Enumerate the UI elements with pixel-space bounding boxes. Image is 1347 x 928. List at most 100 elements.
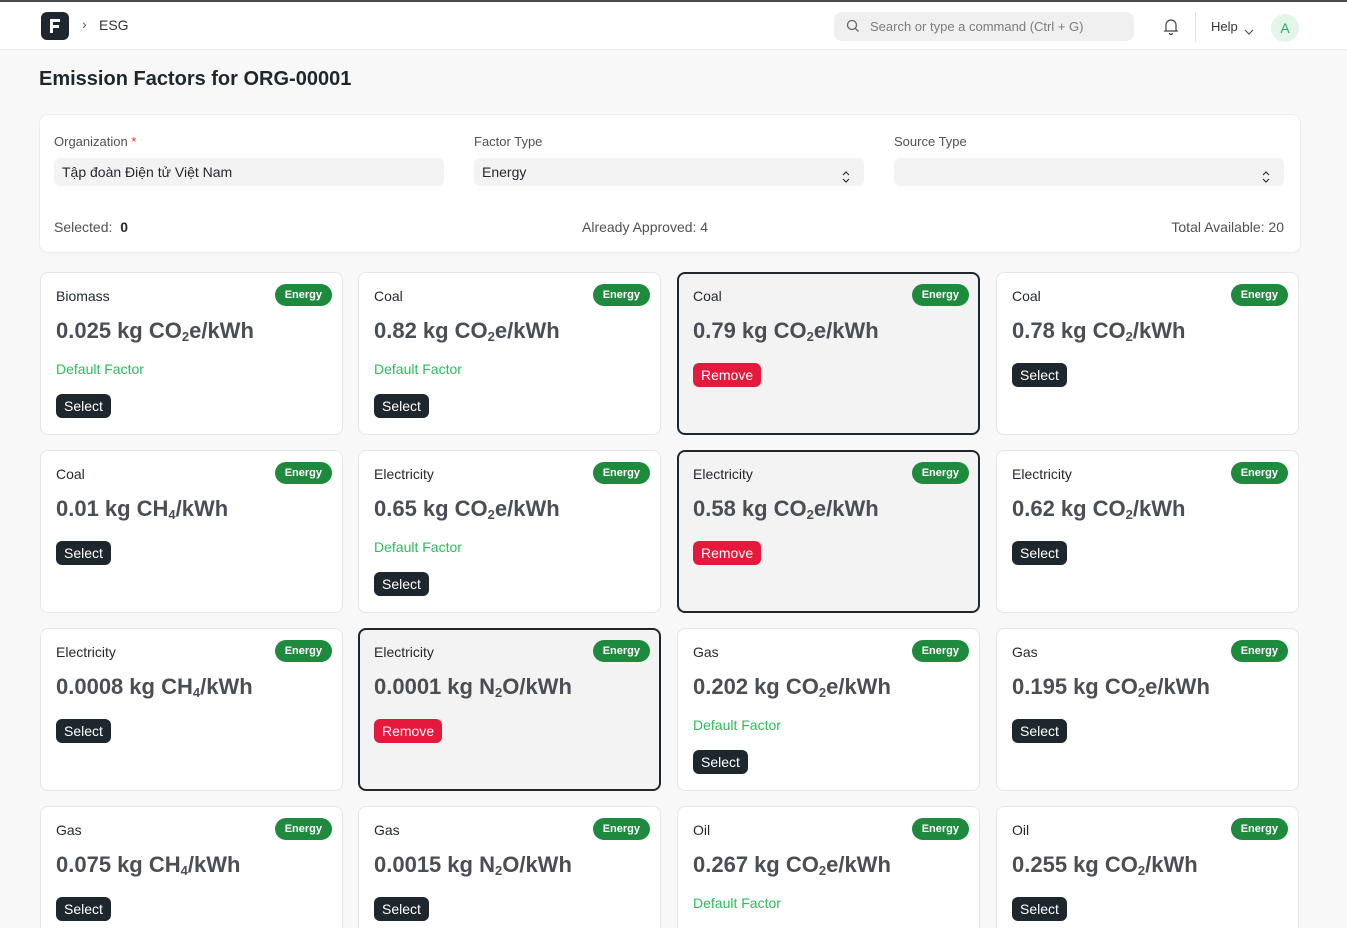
- factor-number: 0.79: [693, 318, 736, 343]
- notification-bell-icon[interactable]: [1163, 18, 1179, 40]
- factor-value: 0.195 kg CO2e/kWh: [1012, 674, 1210, 700]
- factor-card[interactable]: Coal Energy 0.79 kg CO2e/kWh Remove: [677, 272, 980, 435]
- already-approved-count: Already Approved: 4: [582, 219, 709, 235]
- select-button[interactable]: Select: [1012, 897, 1067, 921]
- select-button[interactable]: Select: [1012, 719, 1067, 743]
- card-title: Biomass: [56, 288, 110, 304]
- factor-unit: kg CO2e/kWh: [423, 318, 560, 344]
- factor-unit: kg CO2/kWh: [1060, 318, 1186, 344]
- factor-type-value: Energy: [482, 164, 527, 180]
- app-logo-icon[interactable]: [41, 12, 69, 40]
- select-arrows-icon: [1262, 165, 1270, 193]
- unit-suffix: O/kWh: [502, 852, 572, 877]
- factor-number: 0.0015: [374, 852, 442, 877]
- unit-subscript: 2: [1125, 329, 1133, 344]
- factor-card[interactable]: Gas Energy 0.195 kg CO2e/kWh Select: [996, 628, 1299, 791]
- factor-value: 0.267 kg CO2e/kWh: [693, 852, 891, 878]
- unit-prefix: kg CO: [422, 496, 488, 521]
- factor-card[interactable]: Gas Energy 0.075 kg CH4/kWh Select: [40, 806, 343, 928]
- factor-unit: kg CH4/kWh: [104, 496, 229, 522]
- select-button[interactable]: Select: [56, 394, 111, 418]
- card-title: Electricity: [374, 644, 434, 660]
- unit-prefix: kg CO: [741, 318, 807, 343]
- factor-value: 0.82 kg CO2e/kWh: [374, 318, 560, 344]
- card-title: Electricity: [693, 466, 753, 482]
- unit-subscript: 2: [1137, 685, 1146, 700]
- factor-number: 0.78: [1012, 318, 1055, 343]
- unit-suffix: e/kWh: [494, 496, 560, 521]
- select-button[interactable]: Select: [56, 897, 111, 921]
- factor-number: 0.025: [56, 318, 112, 343]
- selected-count: Selected: 0: [54, 219, 128, 235]
- remove-button[interactable]: Remove: [374, 719, 443, 743]
- factor-type-badge: Energy: [592, 462, 650, 484]
- organization-label-text: Organization: [54, 134, 128, 149]
- factor-type-badge: Energy: [1230, 462, 1288, 484]
- breadcrumb-esg[interactable]: ESG: [99, 17, 129, 33]
- factor-unit: kg CO2e/kWh: [1073, 674, 1210, 700]
- select-button[interactable]: Select: [56, 719, 111, 743]
- factor-type-select[interactable]: Energy: [474, 158, 864, 186]
- factor-card[interactable]: Electricity Energy 0.0001 kg N2O/kWh Remove: [358, 628, 661, 791]
- factor-card[interactable]: Biomass Energy 0.025 kg CO2e/kWh Default Fac…: [40, 272, 343, 435]
- factor-card[interactable]: Electricity Energy 0.65 kg CO2e/kWh Default …: [358, 450, 661, 613]
- factor-value: 0.202 kg CO2e/kWh: [693, 674, 891, 700]
- select-button[interactable]: Select: [1012, 363, 1067, 387]
- factor-value: 0.78 kg CO2/kWh: [1012, 318, 1185, 344]
- search-bar[interactable]: Search or type a command (Ctrl + G): [834, 12, 1134, 41]
- factor-card[interactable]: OilEnergy0.267kg CO2e/kWhDefault FactorS…: [677, 806, 980, 928]
- factor-card[interactable]: Electricity Energy 0.62 kg CO2/kWh Select: [996, 450, 1299, 613]
- card-title: Oil: [1012, 822, 1030, 838]
- factor-unit: kg CO2e/kWh: [422, 496, 560, 522]
- factor-card[interactable]: Coal Energy 0.78 kg CO2/kWh Select: [996, 272, 1299, 435]
- factor-type-badge: Energy: [1230, 640, 1288, 662]
- unit-prefix: kg N: [447, 674, 495, 699]
- select-button[interactable]: Select: [374, 394, 429, 418]
- factor-card[interactable]: Gas Energy 0.0015 kg N2O/kWh Select: [358, 806, 661, 928]
- select-button[interactable]: Select: [56, 541, 111, 565]
- default-factor-label: Default Factor: [56, 361, 144, 377]
- select-button[interactable]: Select: [374, 897, 429, 921]
- factor-unit: kg CH4/kWh: [117, 852, 240, 878]
- selected-value: 0: [120, 219, 129, 235]
- user-avatar[interactable]: A: [1271, 14, 1299, 42]
- factor-number: 0.255: [1012, 852, 1068, 877]
- source-type-select[interactable]: [894, 158, 1284, 186]
- card-title: Gas: [1012, 644, 1038, 660]
- unit-suffix: /kWh: [175, 496, 229, 521]
- card-title: Oil: [693, 822, 711, 838]
- search-placeholder: Search or type a command (Ctrl + G): [870, 19, 1084, 34]
- organization-field[interactable]: Tập đoàn Điện tử Việt Nam: [54, 158, 444, 186]
- help-label: Help: [1211, 19, 1238, 34]
- unit-prefix: kg CO: [1060, 318, 1126, 343]
- remove-button[interactable]: Remove: [693, 541, 762, 565]
- card-title: Gas: [693, 644, 719, 660]
- unit-prefix: kg CH: [104, 496, 169, 521]
- factor-card[interactable]: Coal Energy 0.82 kg CO2e/kWh Default Factor S…: [358, 272, 661, 435]
- remove-button[interactable]: Remove: [693, 363, 762, 387]
- select-button[interactable]: Select: [374, 572, 429, 596]
- unit-suffix: e/kWh: [813, 496, 879, 521]
- unit-subscript: 4: [180, 863, 188, 878]
- unit-suffix: e/kWh: [189, 318, 254, 343]
- card-title: Electricity: [1012, 466, 1072, 482]
- factor-card[interactable]: Coal Energy 0.01 kg CH4/kWh Select: [40, 450, 343, 613]
- unit-suffix: /kWh: [1145, 852, 1198, 877]
- factor-value: 0.58 kg CO2e/kWh: [693, 496, 879, 522]
- unit-subscript: 4: [192, 685, 201, 700]
- default-factor-label: Default Factor: [693, 717, 781, 733]
- factor-number: 0.0008: [56, 674, 124, 699]
- factor-number: 0.195: [1012, 674, 1068, 699]
- source-type-label: Source Type: [894, 134, 967, 149]
- help-dropdown[interactable]: Help: [1211, 19, 1254, 35]
- card-title: Coal: [693, 288, 722, 304]
- factor-card[interactable]: Electricity Energy 0.0008 kg CH4/kWh Select: [40, 628, 343, 791]
- factor-card[interactable]: Gas Energy 0.202 kg CO2e/kWh Default Factor S…: [677, 628, 980, 791]
- unit-subscript: 2: [806, 329, 814, 344]
- unit-suffix: e/kWh: [1145, 674, 1210, 699]
- select-button[interactable]: Select: [1012, 541, 1067, 565]
- factor-card[interactable]: Oil Energy 0.255 kg CO2/kWh Select: [996, 806, 1299, 928]
- unit-prefix: kg CO: [117, 318, 182, 343]
- select-button[interactable]: Select: [693, 750, 748, 774]
- factor-card[interactable]: Electricity Energy 0.58 kg CO2e/kWh Remove: [677, 450, 980, 613]
